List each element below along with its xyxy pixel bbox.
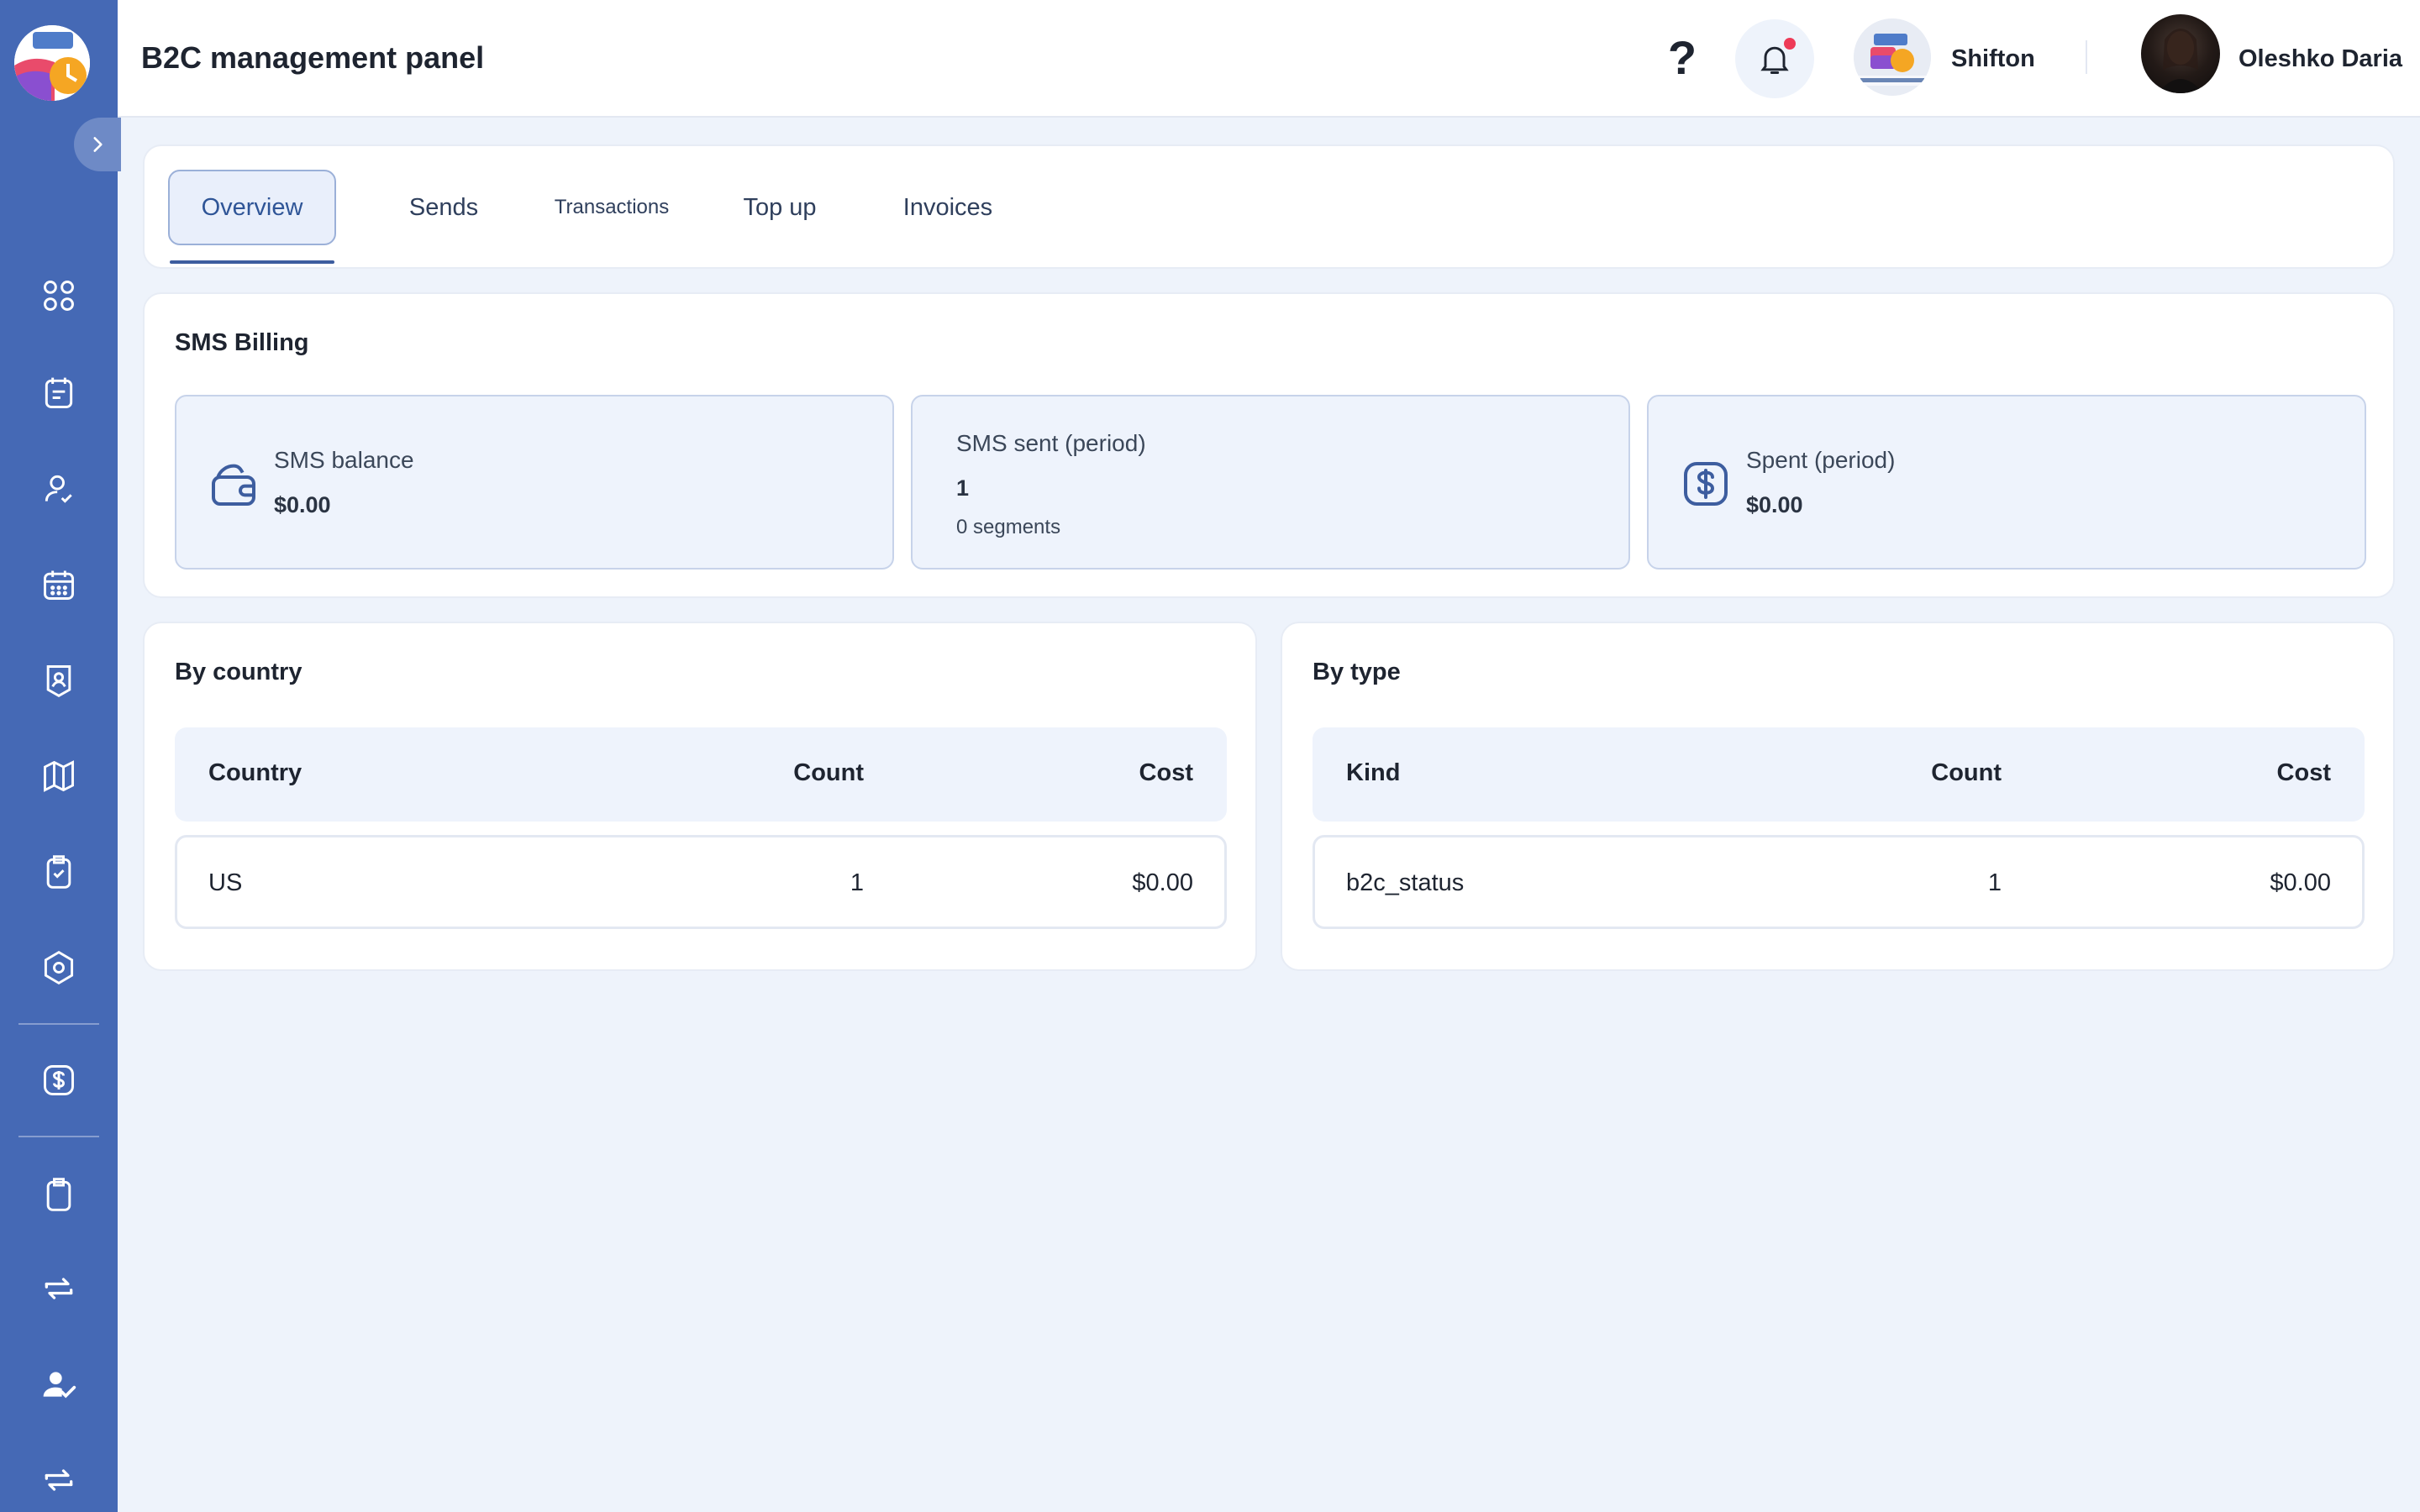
- sidebar-item-calendar[interactable]: [34, 559, 84, 610]
- column-header-cost[interactable]: Cost: [2112, 759, 2331, 787]
- badge-icon: [46, 665, 71, 698]
- sms-balance-card: SMS balance $0.00: [175, 395, 894, 570]
- column-header-kind[interactable]: Kind: [1346, 759, 1400, 787]
- spent-value: $0.00: [1746, 492, 1803, 517]
- app-logo[interactable]: [14, 25, 90, 101]
- sms-segments-count: 0 segments: [956, 516, 1061, 538]
- sms-billing-section: SMS Billing SMS balance $0.00 SMS sent (…: [143, 292, 2395, 598]
- header-divider: [2086, 40, 2087, 74]
- sidebar-item-billing[interactable]: [34, 1055, 84, 1105]
- map-icon: [44, 760, 74, 792]
- sidebar-item-exchange[interactable]: [34, 1455, 84, 1505]
- by-type-title: By type: [1313, 659, 1401, 685]
- sms-balance-value: $0.00: [274, 492, 331, 517]
- clipboard-icon: [46, 1178, 71, 1211]
- column-header-cost[interactable]: Cost: [975, 759, 1193, 787]
- tab-sends[interactable]: Sends: [360, 170, 528, 245]
- sms-sent-label: SMS sent (period): [956, 430, 1146, 456]
- cell-cost: $0.00: [1132, 869, 1193, 896]
- column-header-country[interactable]: Country: [208, 759, 302, 787]
- tab-overview[interactable]: Overview: [168, 170, 336, 245]
- user-verified-icon: [43, 1372, 76, 1399]
- schedule-list-icon: [45, 377, 73, 408]
- billing-dollar-icon: [44, 1065, 74, 1095]
- top-header: B2C management panel ? Shifton Oleshko D…: [118, 0, 2420, 118]
- company-logo-avatar[interactable]: [1854, 18, 1931, 96]
- sidebar-item-settings[interactable]: [34, 942, 84, 993]
- sidebar-item-dashboard[interactable]: [34, 270, 84, 321]
- dollar-icon: [1684, 462, 1728, 506]
- sms-sent-card: SMS sent (period) 1 0 segments: [911, 395, 1630, 570]
- sidebar-item-reports[interactable]: [34, 1169, 84, 1220]
- sidebar-item-approvals[interactable]: [34, 1359, 84, 1410]
- sidebar-divider: [18, 1023, 99, 1025]
- swap-icon: [45, 1278, 73, 1299]
- user-check-icon: [45, 475, 72, 503]
- by-type-section: By type Kind Count Cost b2c_status 1 $0.…: [1281, 622, 2395, 971]
- by-country-title: By country: [175, 659, 302, 685]
- sidebar: [0, 0, 121, 1512]
- by-country-table-header: Country Count Cost: [175, 727, 1227, 822]
- sms-sent-value: 1: [956, 475, 970, 501]
- by-country-section: By country Country Count Cost US 1 $0.00: [143, 622, 1257, 971]
- tabs-bar: Overview Sends Transactions Top up Invoi…: [143, 144, 2395, 269]
- spent-label: Spent (period): [1746, 447, 1896, 473]
- cell-country: US: [208, 869, 243, 896]
- table-row[interactable]: US 1 $0.00: [175, 835, 1227, 929]
- wallet-icon: [212, 464, 255, 506]
- column-header-count[interactable]: Count: [1783, 759, 2002, 787]
- settings-icon: [44, 950, 74, 985]
- sidebar-expand-button[interactable]: [74, 118, 121, 171]
- sidebar-item-tasks[interactable]: [34, 847, 84, 897]
- sms-billing-title: SMS Billing: [175, 329, 309, 356]
- cell-cost: $0.00: [2270, 869, 2331, 896]
- help-icon[interactable]: ?: [1655, 30, 1709, 84]
- notification-dot: [1784, 38, 1796, 50]
- clipboard-check-icon: [46, 855, 71, 889]
- page-title: B2C management panel: [141, 40, 485, 75]
- user-avatar[interactable]: [2141, 14, 2220, 93]
- spent-card: Spent (period) $0.00: [1647, 395, 2366, 570]
- cell-kind: b2c_status: [1346, 869, 1465, 896]
- sidebar-item-map[interactable]: [34, 751, 84, 801]
- cell-count: 1: [850, 869, 864, 896]
- chevron-right-icon: [93, 137, 103, 152]
- tab-top-up[interactable]: Top up: [696, 170, 864, 245]
- sidebar-item-badge[interactable]: [34, 655, 84, 706]
- sidebar-item-employees[interactable]: [34, 464, 84, 514]
- swap-icon: [45, 1469, 73, 1491]
- company-name[interactable]: Shifton: [1951, 45, 2035, 73]
- sidebar-item-schedule[interactable]: [34, 368, 84, 418]
- notifications-button[interactable]: [1735, 19, 1814, 98]
- tab-transactions[interactable]: Transactions: [528, 170, 696, 245]
- cell-count: 1: [1987, 869, 2002, 896]
- user-name[interactable]: Oleshko Daria: [2238, 45, 2402, 73]
- column-header-count[interactable]: Count: [645, 759, 864, 787]
- sidebar-divider: [18, 1136, 99, 1137]
- calendar-icon: [44, 570, 74, 600]
- sms-balance-label: SMS balance: [274, 447, 414, 473]
- by-type-table-header: Kind Count Cost: [1313, 727, 2365, 822]
- sidebar-item-swaps[interactable]: [34, 1263, 84, 1314]
- dashboard-icon: [44, 281, 74, 311]
- active-tab-indicator: [170, 260, 334, 264]
- table-row[interactable]: b2c_status 1 $0.00: [1313, 835, 2365, 929]
- tab-invoices[interactable]: Invoices: [864, 170, 1032, 245]
